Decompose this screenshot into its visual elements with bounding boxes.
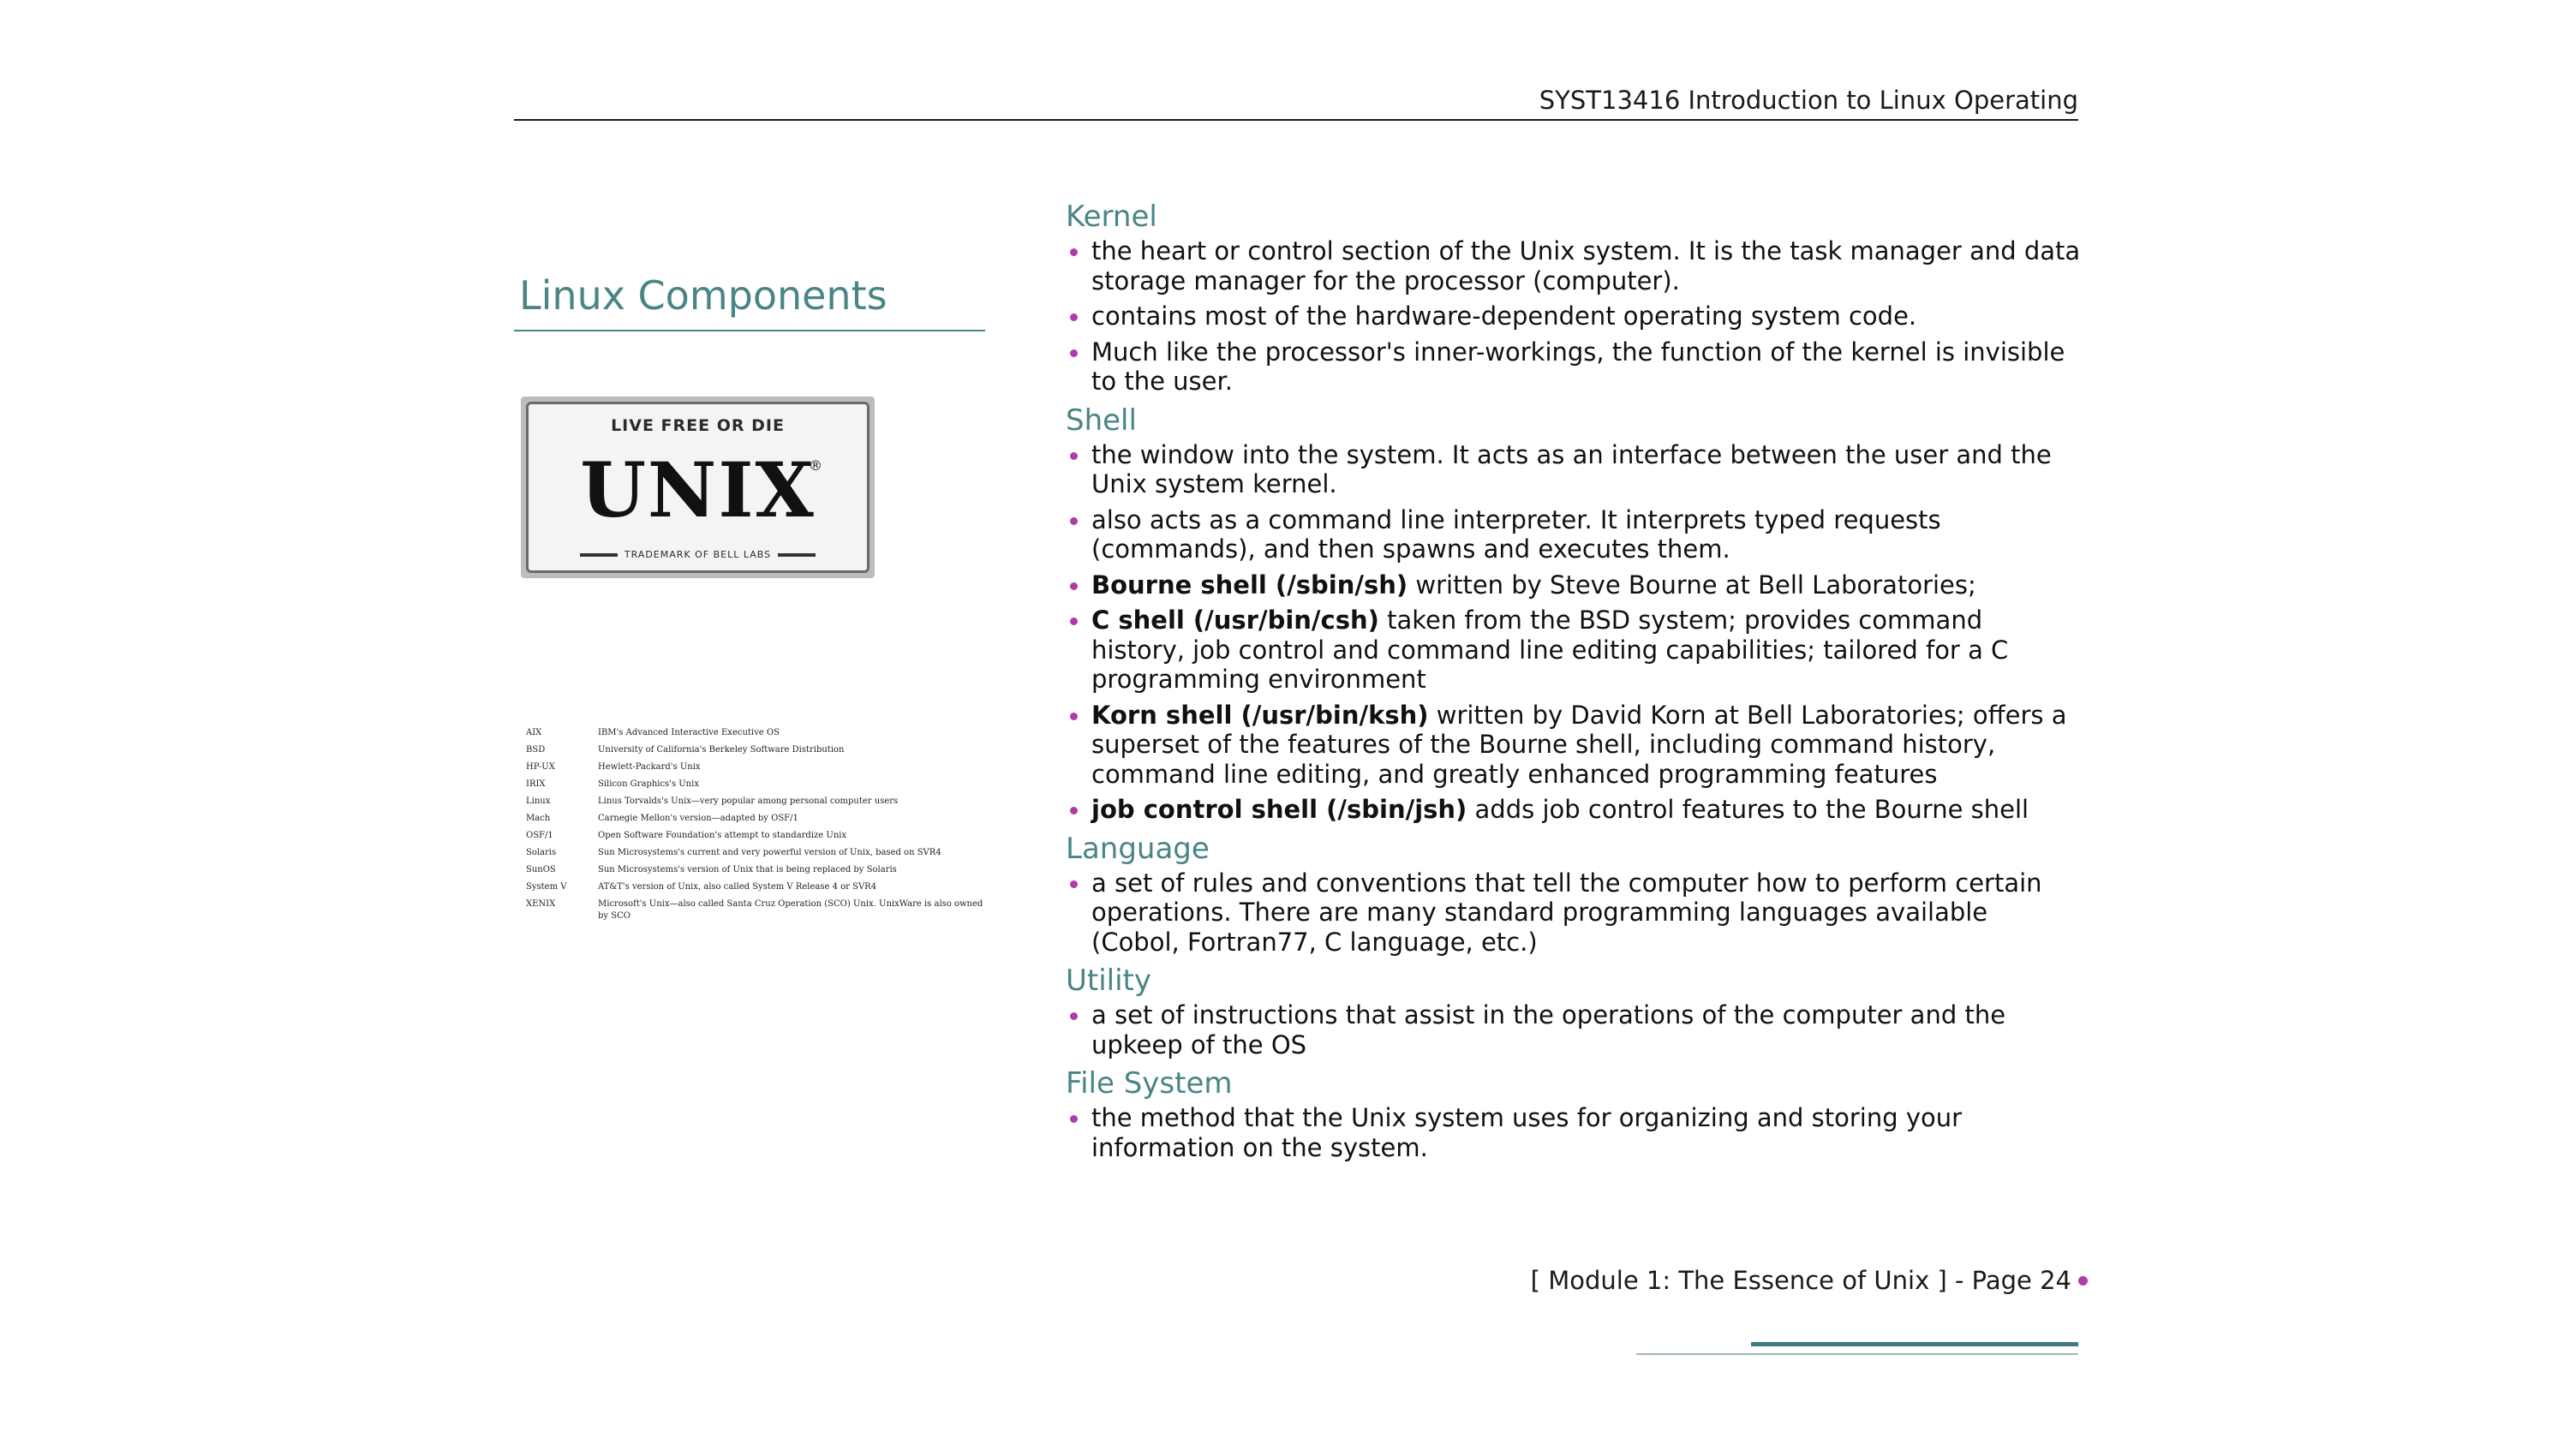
unix-version-row: IRIX Silicon Graphics's Unix	[526, 776, 989, 793]
bullet-text: the window into the system. It acts as a…	[1091, 439, 2052, 499]
unix-version-desc: Hewlett-Packard's Unix	[598, 762, 701, 772]
footer-thin-rule	[1636, 1353, 2078, 1355]
unix-version-name: IRIX	[526, 779, 546, 789]
unix-versions-table: AIX IBM's Advanced Interactive Executive …	[526, 725, 989, 922]
section-title-divider	[514, 330, 985, 331]
unix-version-desc: Linus Torvalds's Unix—very popular among…	[598, 797, 899, 806]
bullet-text: a set of rules and conventions that tell…	[1091, 868, 2042, 957]
unix-version-row: BSD University of California's Berkeley S…	[526, 742, 989, 759]
plate-face: LIVE FREE OR DIE UNIX ® TRADEMARK OF BEL…	[526, 402, 870, 573]
bullet-item: a set of instructions that assist in the…	[1066, 1000, 2082, 1059]
topic-heading: Utility	[1066, 964, 1152, 998]
bullet-text: written by Steve Bourne at Bell Laborato…	[1408, 570, 1976, 600]
bullet-item: job control shell (/sbin/jsh) adds job c…	[1066, 795, 2082, 825]
bullet-item: a set of rules and conventions that tell…	[1066, 868, 2082, 958]
topic-heading: Language	[1066, 831, 1210, 866]
footer-accent-rule	[1751, 1342, 2078, 1346]
bullet-item: the heart or control section of the Unix…	[1066, 236, 2082, 295]
main-content: Kernel the heart or control section of th…	[1066, 199, 2082, 1168]
unix-version-row: Solaris Sun Microsystems's current and ve…	[526, 844, 989, 862]
header-divider	[514, 119, 2078, 121]
plate-top-text: LIVE FREE OR DIE	[611, 416, 785, 435]
unix-version-name: BSD	[526, 745, 546, 755]
bullet-item: Much like the processor's inner-workings…	[1066, 337, 2082, 397]
bullet-item: the method that the Unix system uses for…	[1066, 1103, 2082, 1162]
bullet-term: Bourne shell (/sbin/sh)	[1091, 570, 1408, 600]
unix-version-desc: IBM's Advanced Interactive Executive OS	[598, 728, 780, 737]
unix-version-row: Linux Linus Torvalds's Unix—very popular …	[526, 793, 989, 810]
unix-version-name: SunOS	[526, 865, 556, 874]
topic-section: File System the method that the Unix syst…	[1066, 1065, 2082, 1162]
unix-version-name: HP-UX	[526, 762, 555, 772]
unix-version-name: Solaris	[526, 848, 557, 857]
unix-version-desc: Open Software Foundation's attempt to st…	[598, 831, 847, 840]
plate-bottom-text: TRADEMARK OF BELL LABS	[529, 549, 867, 560]
unix-version-name: OSF/1	[526, 831, 553, 840]
unix-version-desc: Silicon Graphics's Unix	[598, 779, 699, 789]
unix-license-plate-image: LIVE FREE OR DIE UNIX ® TRADEMARK OF BEL…	[521, 397, 875, 578]
unix-version-desc: University of California's Berkeley Soft…	[598, 745, 845, 755]
bullet-term: job control shell (/sbin/jsh)	[1091, 795, 1467, 824]
unix-version-row: XENIX Microsoft's Unix—also called Santa …	[526, 896, 989, 922]
bullet-item: C shell (/usr/bin/csh) taken from the BS…	[1066, 606, 2082, 695]
unix-version-name: Mach	[526, 814, 551, 823]
bullet-text: a set of instructions that assist in the…	[1091, 1000, 2006, 1059]
bullet-text: Much like the processor's inner-workings…	[1091, 337, 2065, 397]
topic-section: Language a set of rules and conventions t…	[1066, 831, 2082, 958]
unix-version-name: XENIX	[526, 899, 556, 909]
unix-version-row: HP-UX Hewlett-Packard's Unix	[526, 759, 989, 776]
bullet-term: C shell (/usr/bin/csh)	[1091, 606, 1379, 635]
unix-version-desc: Sun Microsystems's current and very powe…	[598, 848, 941, 857]
unix-version-desc: Microsoft's Unix—also called Santa Cruz …	[598, 899, 983, 921]
topic-heading: File System	[1066, 1066, 1233, 1101]
unix-version-row: System V AT&T's version of Unix, also cal…	[526, 879, 989, 896]
bullet-item: Korn shell (/usr/bin/ksh) written by Dav…	[1066, 701, 2082, 790]
bullet-text: adds job control features to the Bourne …	[1467, 795, 2029, 824]
bullet-text: the method that the Unix system uses for…	[1091, 1103, 1963, 1162]
bullet-item: the window into the system. It acts as a…	[1066, 440, 2082, 499]
unix-version-desc: Sun Microsystems's version of Unix that …	[598, 865, 897, 874]
topic-heading: Kernel	[1066, 200, 1157, 234]
unix-version-row: AIX IBM's Advanced Interactive Executive …	[526, 725, 989, 742]
unix-version-name: System V	[526, 882, 567, 892]
unix-version-name: Linux	[526, 797, 551, 806]
bullet-item: contains most of the hardware-dependent …	[1066, 301, 2082, 331]
unix-version-row: SunOS Sun Microsystems's version of Unix …	[526, 862, 989, 879]
footer-page-label: [ Module 1: The Essence of Unix ] - Page…	[1530, 1266, 2071, 1295]
plate-registered-mark: ®	[809, 457, 822, 474]
bullet-text: also acts as a command line interpreter.…	[1091, 504, 1941, 564]
topic-section: Kernel the heart or control section of th…	[1066, 199, 2082, 397]
unix-version-desc: AT&T's version of Unix, also called Syst…	[598, 882, 877, 892]
topic-heading: Shell	[1066, 403, 1137, 438]
section-title: Linux Components	[519, 272, 888, 319]
bullet-item: Bourne shell (/sbin/sh) written by Steve…	[1066, 570, 2082, 600]
bullet-term: Korn shell (/usr/bin/ksh)	[1091, 700, 1429, 730]
unix-version-row: OSF/1 Open Software Foundation's attempt …	[526, 827, 989, 844]
unix-version-row: Mach Carnegie Mellon's version—adapted by…	[526, 810, 989, 827]
topic-section: Shell the window into the system. It acts…	[1066, 403, 2082, 825]
footer-bullet-dot	[2078, 1276, 2088, 1286]
bullet-item: also acts as a command line interpreter.…	[1066, 505, 2082, 564]
bullet-text: the heart or control section of the Unix…	[1091, 236, 2081, 295]
unix-version-name: AIX	[526, 728, 542, 737]
header-title: SYST13416 Introduction to Linux Operatin…	[1539, 86, 2078, 115]
topic-section: Utility a set of instructions that assist…	[1066, 963, 2082, 1059]
unix-version-desc: Carnegie Mellon's version—adapted by OSF…	[598, 814, 798, 823]
bullet-text: contains most of the hardware-dependent …	[1091, 301, 1917, 331]
